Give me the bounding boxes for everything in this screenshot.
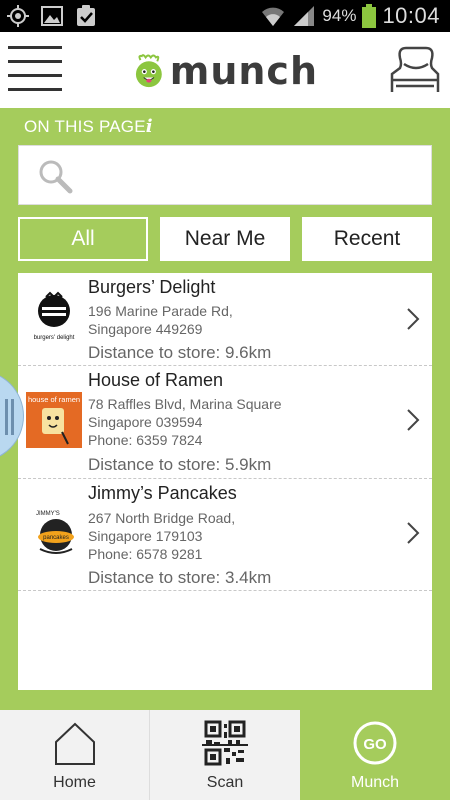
nav-scan-label: Scan <box>206 774 244 791</box>
jimmys-pancakes-logo-caption: pancakes <box>43 535 69 541</box>
chevron-right-icon <box>407 409 420 431</box>
store-list: burgers' delight Burgers’ Delight 196 Ma… <box>18 273 432 690</box>
section-title-text: ON THIS PAGE <box>24 117 146 136</box>
nav-munch[interactable]: GO Munch <box>300 710 450 800</box>
chevron-right-icon <box>407 308 420 330</box>
store-phone: Phone: 6359 7824 <box>88 432 203 448</box>
wifi-icon <box>262 7 285 26</box>
filter-tabs: All Near Me Recent <box>0 217 450 261</box>
store-address-line: Singapore 449269 <box>88 321 203 337</box>
section-title: ON THIS PAGEi <box>24 116 153 137</box>
tab-all[interactable]: All <box>18 217 148 261</box>
hamburger-icon <box>8 46 62 91</box>
nav-home[interactable]: Home <box>0 710 150 800</box>
tab-recent[interactable]: Recent <box>302 217 432 261</box>
menu-button[interactable] <box>8 46 62 92</box>
munch-logo: munch <box>134 42 318 100</box>
store-phone: Phone: 6578 9281 <box>88 546 203 562</box>
store-name: Burgers’ Delight <box>88 277 216 297</box>
handle-grip <box>11 399 14 435</box>
home-icon <box>54 722 95 765</box>
store-row-house-of-ramen[interactable]: house of ramen House of Ramen 78 Raffles… <box>18 366 432 479</box>
profiles-icon <box>390 46 440 92</box>
tab-near-me[interactable]: Near Me <box>160 217 290 261</box>
house-of-ramen-logo: house of ramen <box>26 392 82 448</box>
store-address-line: Singapore 179103 <box>88 528 203 544</box>
store-address-line: 267 North Bridge Road, <box>88 510 236 526</box>
search-input[interactable] <box>83 154 423 198</box>
logo-text: munch <box>169 49 318 93</box>
store-distance: Distance to store: 9.6km <box>88 343 272 362</box>
nav-munch-label: Munch <box>350 774 400 791</box>
image-icon <box>41 6 63 26</box>
clipboard-check-icon <box>77 5 95 26</box>
search-icon <box>39 160 73 194</box>
nav-scan[interactable]: Scan <box>150 710 300 800</box>
store-address-line: 196 Marine Parade Rd, <box>88 303 233 319</box>
battery-icon <box>362 4 377 28</box>
app-header: munch <box>0 32 450 108</box>
clock: 10:04 <box>382 3 440 28</box>
battery-percent: 94% <box>322 6 357 25</box>
store-name: House of Ramen <box>88 370 224 390</box>
search-bar <box>18 145 432 205</box>
store-address-line: Singapore 039594 <box>88 414 203 430</box>
status-bar: 94% 10:04 <box>0 0 450 32</box>
bottom-nav: Home Scan GO Munch <box>0 710 450 800</box>
gps-icon <box>7 5 29 27</box>
go-icon-text: GO <box>363 736 387 753</box>
store-distance: Distance to store: 5.9km <box>88 455 272 474</box>
signal-icon <box>294 6 315 26</box>
burgers-delight-logo: burgers' delight <box>26 289 82 345</box>
handle-grip <box>5 399 8 435</box>
profiles-button[interactable] <box>386 42 444 98</box>
house-of-ramen-logo-caption: house of ramen <box>28 395 80 404</box>
qr-code-icon <box>202 720 248 766</box>
store-address-line: 78 Raffles Blvd, Marina Square <box>88 396 282 412</box>
jimmys-pancakes-logo: JIMMY'S pancakes <box>26 505 82 561</box>
store-name: Jimmy’s Pancakes <box>88 483 237 503</box>
burgers-delight-logo-caption: burgers' delight <box>34 335 75 341</box>
store-row-burgers-delight[interactable]: burgers' delight Burgers’ Delight 196 Ma… <box>18 273 432 366</box>
go-icon: GO <box>353 721 397 765</box>
info-icon[interactable]: i <box>146 116 153 137</box>
nav-home-label: Home <box>53 774 96 791</box>
munch-mascot-icon <box>135 54 162 88</box>
chevron-right-icon <box>407 522 420 544</box>
store-row-jimmys-pancakes[interactable]: JIMMY'S pancakes Jimmy’s Pancakes 267 No… <box>18 479 432 591</box>
store-distance: Distance to store: 3.4km <box>88 568 272 587</box>
jimmys-pancakes-logo-caption-top: JIMMY'S <box>36 511 60 517</box>
